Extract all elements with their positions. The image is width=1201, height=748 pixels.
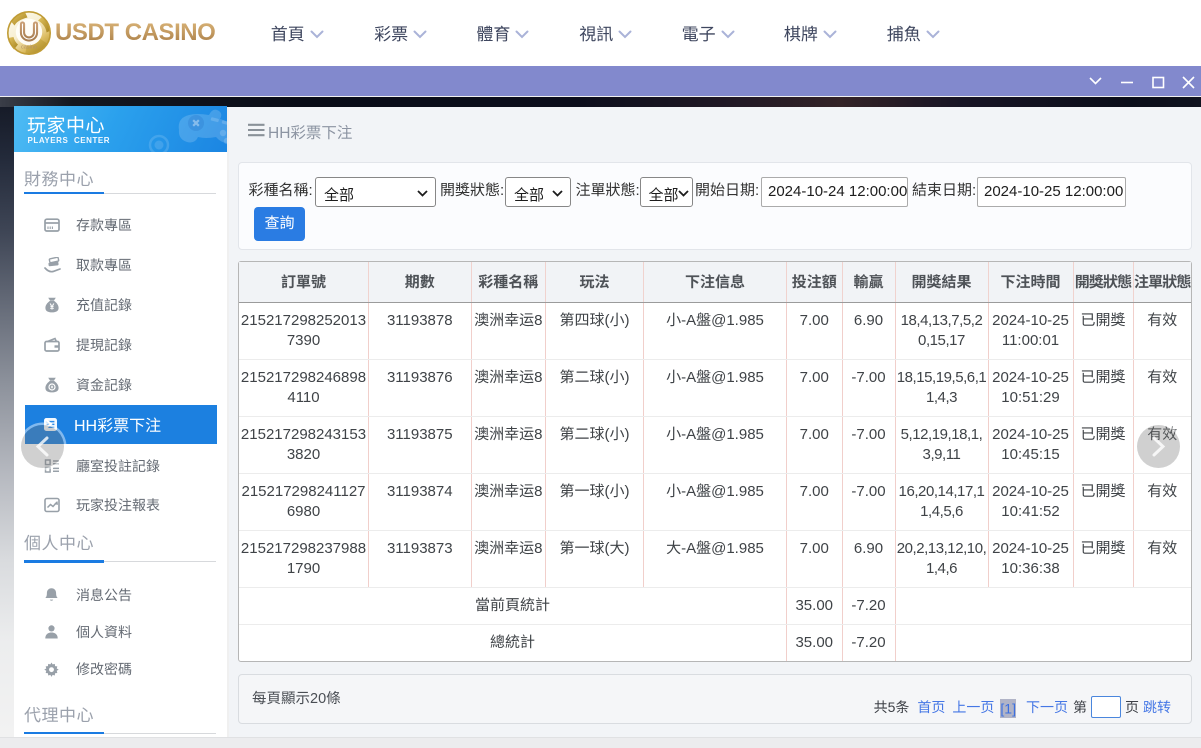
svg-text:¥: ¥ xyxy=(49,302,54,312)
svg-text:casino: casino xyxy=(21,45,37,51)
